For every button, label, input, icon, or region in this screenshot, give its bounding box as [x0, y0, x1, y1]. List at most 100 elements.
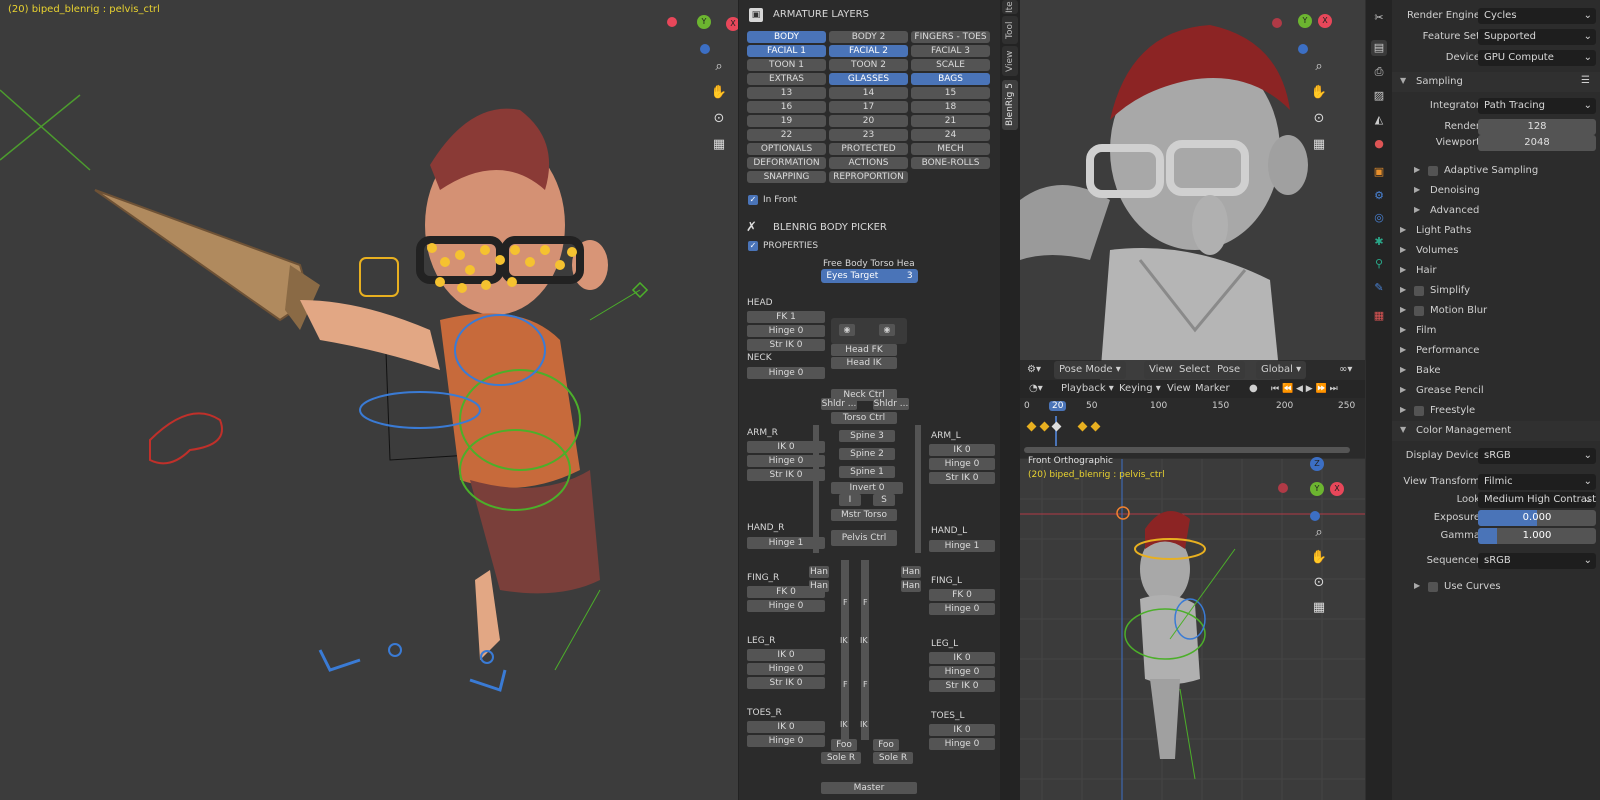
mode-dropdown[interactable]: Pose Mode ▾ — [1054, 361, 1126, 379]
toes-l-hinge-button[interactable]: Hinge 0 — [929, 738, 995, 750]
tool-icon[interactable]: ✂ — [1371, 10, 1387, 26]
s-picker[interactable]: S — [873, 494, 895, 506]
view-layer-icon[interactable]: ▨ — [1371, 88, 1387, 104]
keyframe[interactable] — [1051, 421, 1062, 432]
sequencer-dropdown[interactable]: sRGB ⌄ — [1478, 553, 1596, 569]
pelvis-ctrl-picker[interactable]: Pelvis Ctrl — [831, 530, 897, 546]
viewport-left[interactable]: (20) biped_blenrig : pelvis_ctrl Y X ⌕ ✋… — [0, 0, 740, 800]
head-strik-button[interactable]: Str IK 0 — [747, 339, 825, 351]
layer-button[interactable]: 22 — [747, 129, 826, 141]
adaptive-sampling-section[interactable]: ▶ Adaptive Sampling — [1392, 161, 1600, 181]
gizmo-y[interactable]: Y — [1310, 482, 1324, 496]
properties-checkbox[interactable]: ✓ — [748, 241, 758, 251]
hand-r2-picker[interactable]: Han — [809, 580, 829, 592]
foot-l-picker[interactable]: Foo — [873, 739, 899, 751]
exposure-slider[interactable]: 0.000 — [1478, 510, 1596, 526]
scene-icon[interactable]: ◭ — [1371, 112, 1387, 128]
leg-r-strik-button[interactable]: Str IK 0 — [747, 677, 825, 689]
gizmo-z[interactable]: Z — [1310, 457, 1324, 471]
i-picker[interactable]: I — [839, 494, 861, 506]
orientation-dropdown[interactable]: Global ▾ — [1256, 361, 1307, 379]
leg-r-hinge-button[interactable]: Hinge 0 — [747, 663, 825, 675]
layer-button[interactable]: ACTIONS — [829, 157, 908, 169]
keyframe[interactable] — [1077, 421, 1088, 432]
head-hinge-button[interactable]: Hinge 0 — [747, 325, 825, 337]
layer-button[interactable]: 13 — [747, 87, 826, 99]
gamma-slider[interactable]: 1.000 — [1478, 528, 1596, 544]
layer-button[interactable]: 17 — [829, 101, 908, 113]
layer-button[interactable]: FACIAL 2 — [829, 45, 908, 57]
shldr-l-picker[interactable]: Shldr ... — [873, 398, 909, 410]
picker-tabs[interactable]: Free Body Torso Hea — [823, 259, 915, 269]
layer-button[interactable]: BODY 2 — [829, 31, 908, 43]
denoising-section[interactable]: ▶ Denoising — [1392, 181, 1600, 201]
leg-r-chain[interactable] — [841, 560, 849, 740]
tab-item[interactable]: Ite — [1002, 0, 1018, 14]
device-dropdown[interactable]: GPU Compute ⌄ — [1478, 50, 1596, 66]
layer-button[interactable]: 20 — [829, 115, 908, 127]
head-ik-picker[interactable]: Head IK — [831, 357, 897, 369]
keyframe[interactable] — [1026, 421, 1037, 432]
section-motion-blur[interactable]: ▶ Motion Blur — [1392, 301, 1600, 321]
arm-r-chain[interactable] — [813, 425, 819, 553]
layer-button[interactable]: GLASSES — [829, 73, 908, 85]
fing-r-hinge-button[interactable]: Hinge 0 — [747, 600, 825, 612]
pan-hand-icon[interactable]: ✋ — [708, 82, 730, 104]
arm-l-ik-button[interactable]: IK 0 — [929, 444, 995, 456]
toes-l-ik-button[interactable]: IK 0 — [929, 724, 995, 736]
look-dropdown[interactable]: Medium High Contrast ⌄ — [1478, 492, 1596, 508]
section-volumes[interactable]: ▶ Volumes — [1392, 241, 1600, 261]
section-bake[interactable]: ▶ Bake — [1392, 361, 1600, 381]
tab-blenrig[interactable]: BlenRig 5 — [1002, 80, 1018, 130]
clock-icon[interactable]: ◔▾ — [1024, 380, 1048, 398]
keyframe[interactable] — [1039, 421, 1050, 432]
timeline-scrollbar[interactable] — [1024, 447, 1350, 453]
zoom-icon[interactable]: ⌕ — [1308, 56, 1330, 78]
camera-icon[interactable]: ⊙ — [1308, 572, 1330, 594]
layer-button[interactable]: SCALE — [911, 59, 990, 71]
frame-ruler[interactable]: 0 20 50 100 150 200 250 — [1020, 398, 1365, 414]
layer-button[interactable]: REPROPORTION — [829, 171, 908, 183]
layer-button[interactable]: PROTECTED — [829, 143, 908, 155]
eye-l-icon[interactable]: ◉ — [879, 324, 895, 336]
eye-r-icon[interactable]: ◉ — [839, 324, 855, 336]
spine3-picker[interactable]: Spine 3 — [839, 430, 895, 442]
playback-controls[interactable]: ⏮ ⏪ ◀ ▶ ⏩ ⏭ — [1266, 380, 1343, 398]
sole-l-picker[interactable]: Sole R — [873, 752, 913, 764]
keyframe[interactable] — [1090, 421, 1101, 432]
layer-button[interactable]: DEFORMATION — [747, 157, 826, 169]
layer-button[interactable]: FACIAL 1 — [747, 45, 826, 57]
axis-gizmo[interactable]: Y X — [660, 4, 740, 54]
layer-button[interactable]: FACIAL 3 — [911, 45, 990, 57]
grid-icon[interactable]: ▦ — [1308, 597, 1330, 619]
neck-hinge-button[interactable]: Hinge 0 — [747, 367, 825, 379]
keying-menu[interactable]: Keying ▾ — [1114, 380, 1166, 398]
leg-r-ik-button[interactable]: IK 0 — [747, 649, 825, 661]
gizmo-x[interactable]: X — [1330, 482, 1344, 496]
section-light-paths[interactable]: ▶ Light Paths — [1392, 221, 1600, 241]
layer-button[interactable]: 21 — [911, 115, 990, 127]
head-fk-picker[interactable]: Head FK — [831, 344, 897, 356]
integrator-dropdown[interactable]: Path Tracing ⌄ — [1478, 98, 1596, 114]
playback-menu[interactable]: Playback ▾ — [1056, 380, 1119, 398]
grid-icon[interactable]: ▦ — [708, 134, 730, 156]
fing-l-hinge-button[interactable]: Hinge 0 — [929, 603, 995, 615]
viewport-top-right[interactable]: Y X ⌕ ✋ ⊙ ▦ ⚙▾ Pose Mode ▾ View Select P… — [1020, 0, 1365, 380]
pan-hand-icon[interactable]: ✋ — [1308, 547, 1330, 569]
view-transform-dropdown[interactable]: Filmic ⌄ — [1478, 474, 1596, 490]
link-icon[interactable]: ∞▾ — [1334, 361, 1357, 379]
layer-button[interactable]: FINGERS - TOES — [911, 31, 990, 43]
grid-icon[interactable]: ▦ — [1308, 134, 1330, 156]
leg-l-ik-button[interactable]: IK 0 — [929, 652, 995, 664]
pose-menu[interactable]: Pose — [1212, 361, 1246, 379]
tab-tool[interactable]: Tool — [1002, 16, 1018, 44]
layer-button[interactable]: 19 — [747, 115, 826, 127]
texture-icon[interactable]: ▦ — [1371, 308, 1387, 324]
pan-hand-icon[interactable]: ✋ — [1308, 82, 1330, 104]
section-freestyle[interactable]: ▶ Freestyle — [1392, 401, 1600, 421]
editor-type-icon[interactable]: ⚙▾ — [1022, 361, 1046, 379]
hand-r-picker[interactable]: Han — [809, 566, 829, 578]
render-engine-dropdown[interactable]: Cycles ⌄ — [1478, 8, 1596, 24]
mstr-torso-picker[interactable]: Mstr Torso — [831, 509, 897, 521]
layer-button[interactable]: 18 — [911, 101, 990, 113]
